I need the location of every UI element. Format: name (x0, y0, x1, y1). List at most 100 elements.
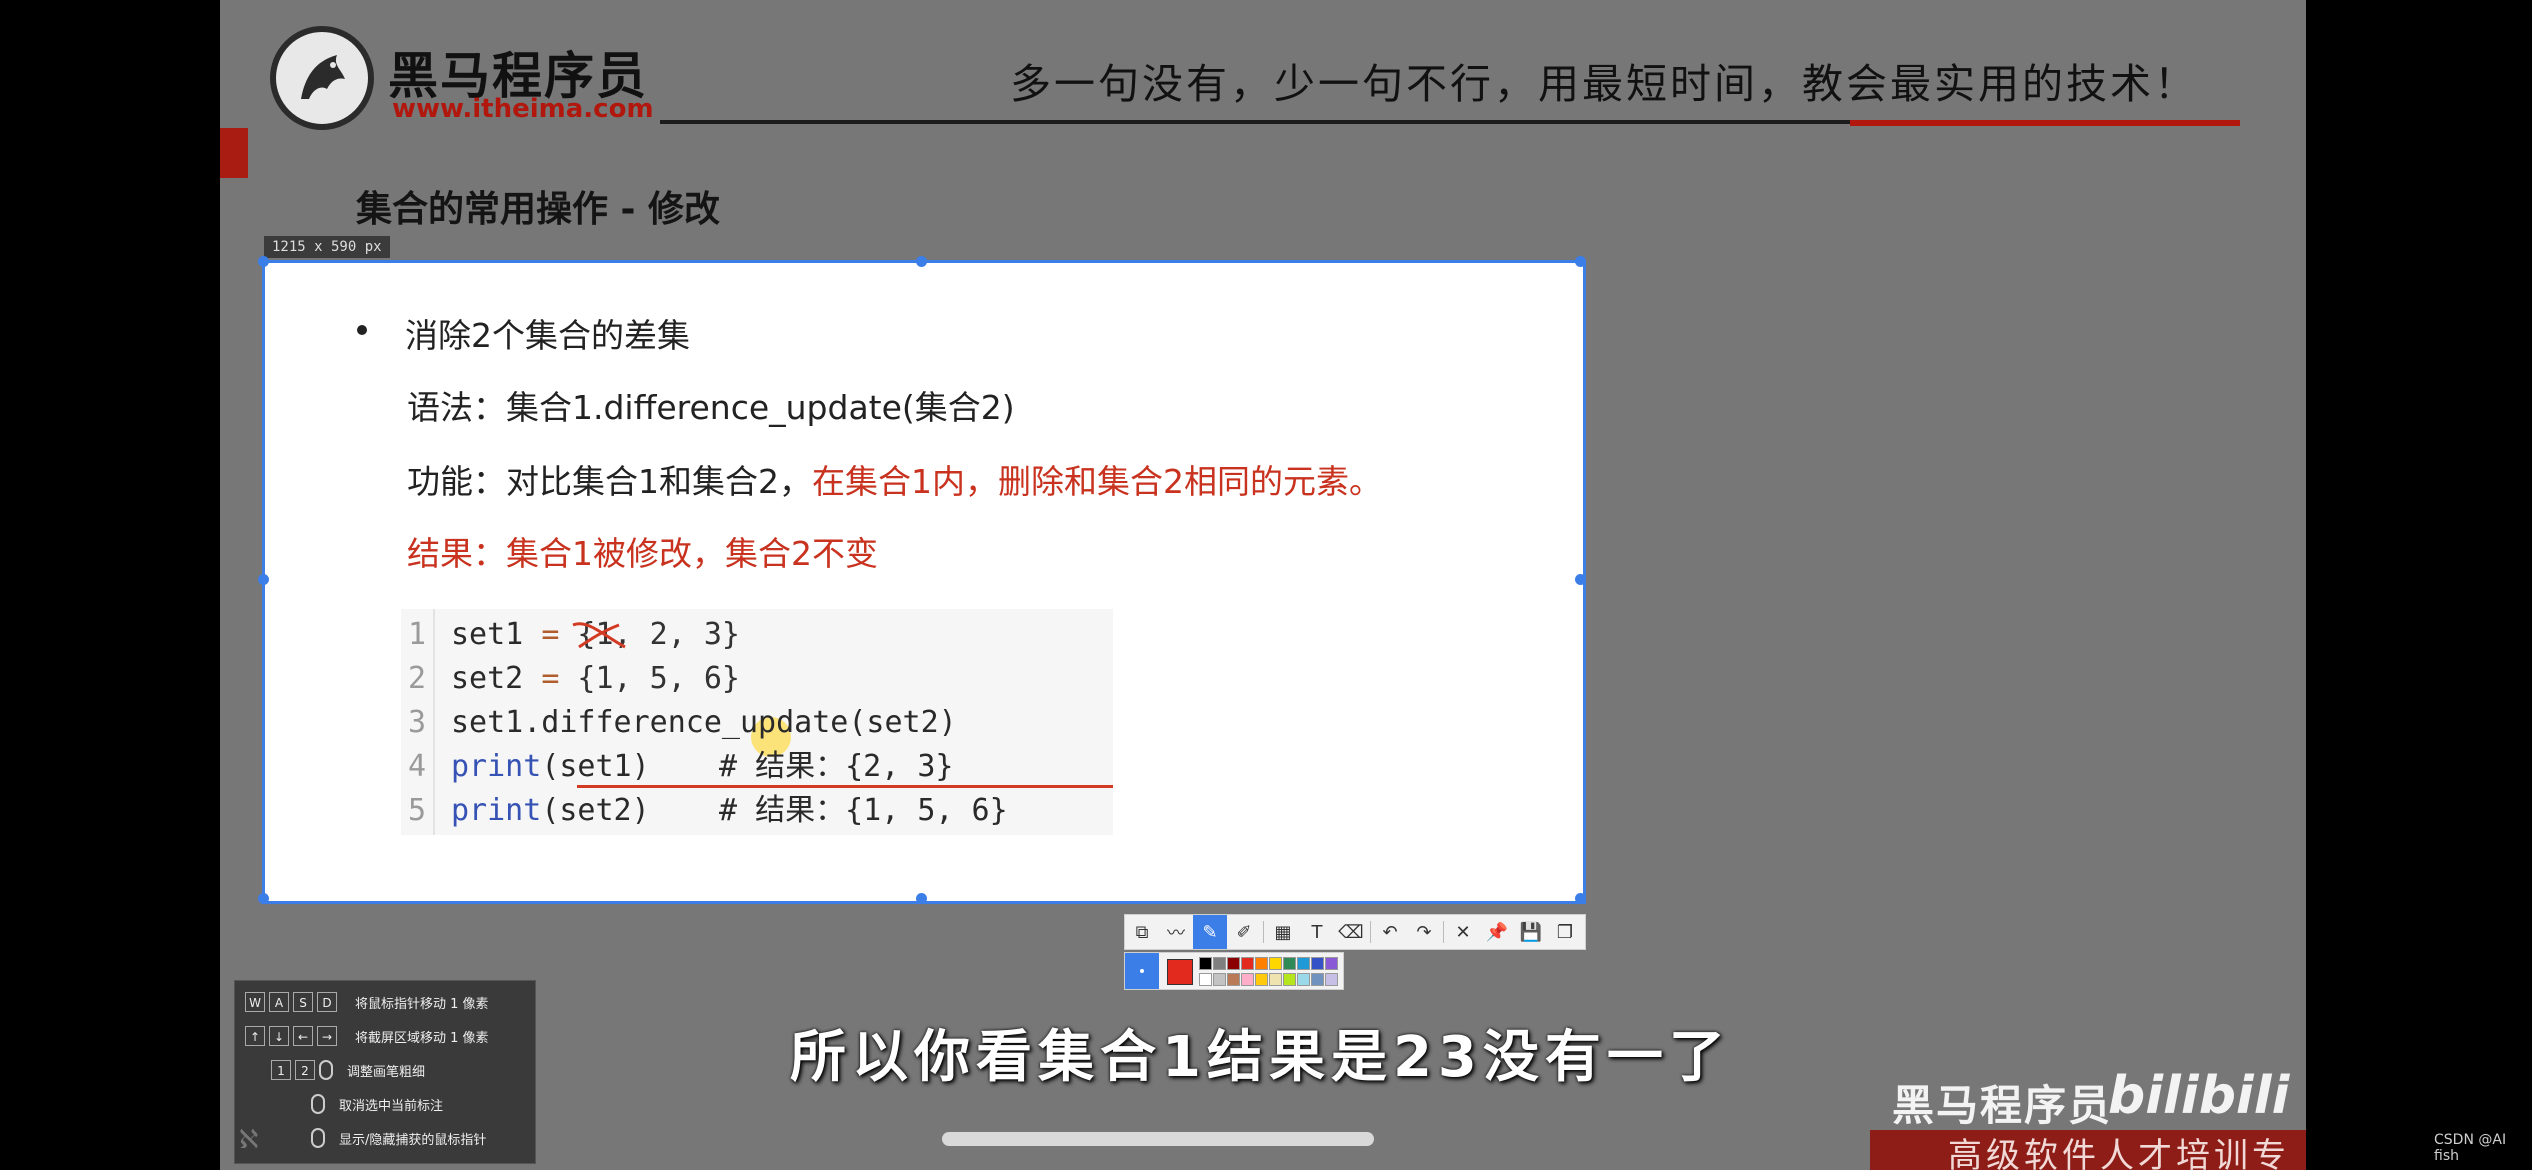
slogan: 多一句没有，少一句不行，用最短时间，教会最实用的技术！ (1010, 60, 2198, 108)
line-number: 3 (407, 705, 427, 740)
shortcut-row: 1 2 调整画笔粗细 (271, 1055, 425, 1085)
mosaic-icon[interactable]: ▦ (1266, 915, 1300, 949)
key-cap: 2 (295, 1060, 315, 1080)
shortcut-row: W A S D 将鼠标指针移动 1 像素 (245, 987, 489, 1017)
color-swatch[interactable] (1311, 973, 1324, 986)
color-swatch[interactable] (1227, 973, 1240, 986)
shortcut-description: 取消选中当前标注 (339, 1098, 444, 1114)
line-number: 2 (407, 661, 427, 696)
color-swatch[interactable] (1241, 957, 1254, 970)
shortcut-row: 取消选中当前标注 (271, 1089, 443, 1119)
current-color-swatch[interactable] (1167, 959, 1193, 985)
function-highlight: 在集合1内，删除和集合2相同的元素。 (812, 462, 1382, 501)
key-cap: ↑ (245, 1026, 265, 1046)
key-cap: D (317, 992, 337, 1012)
color-swatch[interactable] (1227, 957, 1240, 970)
save-icon[interactable]: 💾 (1514, 915, 1548, 949)
itheima-logo: 黑马程序员 www.itheima.com (270, 22, 730, 132)
color-swatch[interactable] (1283, 973, 1296, 986)
line-number: 5 (407, 793, 427, 828)
brush-size-button[interactable] (1125, 953, 1159, 989)
highlighter-icon[interactable]: ✐ (1227, 915, 1261, 949)
key-cap: ← (293, 1026, 313, 1046)
result-text: 结果：集合1被修改，集合2不变 (407, 534, 878, 573)
horse-logo-icon (270, 26, 374, 130)
color-palette (1124, 952, 1344, 990)
polyline-icon[interactable]: 〰 (1159, 915, 1193, 949)
color-swatch[interactable] (1269, 957, 1282, 970)
resize-handle[interactable] (258, 574, 269, 585)
color-swatch[interactable] (1241, 973, 1254, 986)
left-red-stripe (220, 128, 248, 178)
text-icon[interactable]: T (1300, 915, 1334, 949)
shortcut-description: 将截屏区域移动 1 像素 (355, 1030, 489, 1046)
mouse-icon (311, 1094, 325, 1114)
code-line: 4 print(set1) # 结果：{2, 3} (401, 745, 954, 789)
code-function: print (451, 749, 542, 784)
code-text: set1 (451, 617, 542, 652)
key-cap: 1 (271, 1060, 291, 1080)
strike-annotation (572, 622, 626, 649)
shortcut-row: ↑ ↓ ← → 将截屏区域移动 1 像素 (245, 1021, 489, 1051)
pin-icon[interactable]: 📌 (1480, 915, 1514, 949)
key-cap: S (293, 992, 313, 1012)
color-swatch[interactable] (1311, 957, 1324, 970)
color-swatch[interactable] (1297, 973, 1310, 986)
code-function: print (451, 793, 542, 828)
eraser-icon[interactable]: ⌫ (1334, 915, 1368, 949)
csdn-watermark: CSDN @AI fish (2434, 1132, 2507, 1164)
resize-handle[interactable] (916, 256, 927, 267)
shortcut-help-panel: ℵ W A S D 将鼠标指针移动 1 像素 ↑ ↓ ← → 将截屏区域移动 1 像素 1 2 调整画笔… (234, 980, 536, 1164)
resize-handle[interactable] (916, 893, 927, 904)
shortcut-description: 将鼠标指针移动 1 像素 (355, 996, 489, 1012)
code-comment: # 结果：{1, 5, 6} (719, 793, 1008, 828)
undo-icon[interactable]: ↶ (1373, 915, 1407, 949)
key-cap: ↓ (269, 1026, 289, 1046)
bullet-text: 消除2个集合的差集 (405, 316, 690, 355)
home-indicator[interactable] (942, 1132, 1374, 1146)
code-operator: = (541, 661, 560, 696)
video-frame: 黑马程序员 www.itheima.com 多一句没有，少一句不行，用最短时间，… (220, 0, 2306, 1170)
color-swatch[interactable] (1283, 957, 1296, 970)
line-number: 1 (407, 617, 427, 652)
resize-handle[interactable] (1575, 256, 1586, 267)
function-prefix: 功能：对比集合1和集合2， (407, 462, 812, 501)
color-swatch[interactable] (1199, 973, 1212, 986)
close-icon[interactable]: ✕ (1446, 915, 1480, 949)
color-swatch[interactable] (1199, 957, 1212, 970)
color-swatch[interactable] (1297, 957, 1310, 970)
code-text: set2 (451, 661, 542, 696)
code-operator: = (541, 617, 560, 652)
toolbar-separator (1370, 921, 1371, 943)
color-swatch[interactable] (1269, 973, 1282, 986)
pen-icon[interactable]: ✎ (1193, 915, 1227, 949)
resize-handle[interactable] (1575, 574, 1586, 585)
resize-handle[interactable] (258, 893, 269, 904)
redo-icon[interactable]: ↷ (1407, 915, 1441, 949)
toolbar-separator (1443, 921, 1444, 943)
code-text: {1, 5, 6} (559, 661, 740, 696)
rect-select-icon[interactable]: ⧉ (1125, 915, 1159, 949)
color-swatch[interactable] (1325, 957, 1338, 970)
color-swatch[interactable] (1255, 973, 1268, 986)
color-swatch[interactable] (1325, 973, 1338, 986)
color-swatch[interactable] (1255, 957, 1268, 970)
syntax-text: 语法：集合1.difference_update(集合2) (407, 388, 1015, 427)
copy-icon[interactable]: ❐ (1548, 915, 1582, 949)
capture-selection-box[interactable]: 消除2个集合的差集 语法：集合1.difference_update(集合2) … (258, 256, 1586, 904)
code-text: (set1) (541, 749, 650, 784)
shortcut-description: 显示/隐藏捕获的鼠标指针 (339, 1132, 487, 1148)
resize-handle[interactable] (258, 256, 269, 267)
function-text: 功能：对比集合1和集合2，在集合1内，删除和集合2相同的元素。 (407, 455, 1382, 503)
code-block: 1 set1 = {1, 2, 3} 2 set2 = {1, 5, 6} 3 … (401, 609, 1113, 835)
resize-handle[interactable] (1575, 893, 1586, 904)
footer-slogan: 高级软件人才培训专家 (1948, 1136, 2290, 1170)
shortcut-row: 显示/隐藏捕获的鼠标指针 (271, 1123, 486, 1153)
key-cap: A (269, 992, 289, 1012)
color-swatch[interactable] (1213, 957, 1226, 970)
shortcut-description: 调整画笔粗细 (347, 1064, 426, 1080)
code-line: 2 set2 = {1, 5, 6} (401, 657, 740, 701)
underline-annotation (577, 785, 1113, 788)
code-line: 1 set1 = {1, 2, 3} (401, 613, 740, 657)
color-swatch[interactable] (1213, 973, 1226, 986)
